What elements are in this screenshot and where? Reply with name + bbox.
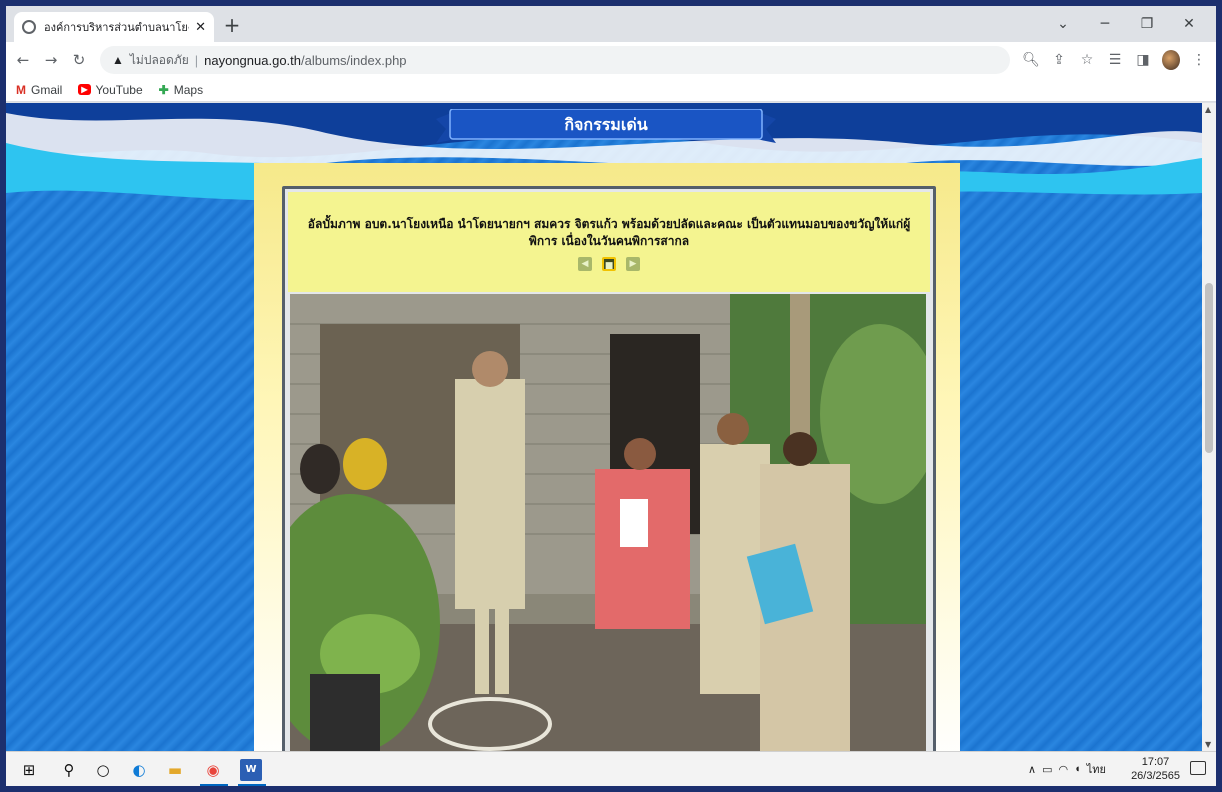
cortana-icon[interactable]: ○ — [92, 759, 114, 781]
reading-list-icon[interactable]: ☰ — [1106, 52, 1124, 68]
tab-search-icon[interactable]: ⌄ — [1042, 10, 1084, 38]
system-tray: ∧ ▭ ◠ ◖ ไทย — [1028, 760, 1106, 778]
browser-toolbar: ← → ↻ ▲ ไม่ปลอดภัย | nayongnua.go.th /al… — [6, 42, 1216, 78]
clock-time: 17:07 — [1141, 756, 1170, 768]
section-title: กิจกรรมเด่น — [564, 115, 648, 134]
restore-icon[interactable]: ❐ — [1126, 10, 1168, 38]
address-bar[interactable]: ▲ ไม่ปลอดภัย | nayongnua.go.th /albums/i… — [100, 46, 1010, 74]
minimize-icon[interactable]: ─ — [1084, 10, 1126, 38]
url-separator: | — [194, 52, 199, 68]
page-scrollbar[interactable]: ▲ ▼ — [1202, 103, 1216, 751]
browser-window: องค์การบริหารส่วนตำบลนาโยงเหนือ ห ✕ + ⌄ … — [6, 6, 1216, 786]
previous-album-button[interactable]: ◀ — [578, 257, 592, 271]
close-tab-icon[interactable]: ✕ — [195, 20, 206, 35]
warning-icon[interactable]: ▲ — [112, 53, 124, 67]
edge-icon[interactable]: ◐ — [128, 759, 150, 781]
search-icon[interactable]: ⚲ — [58, 759, 80, 781]
gmail-icon: M — [16, 82, 26, 97]
profile-avatar[interactable] — [1162, 50, 1180, 70]
page-viewport: กิจกรรมเด่น อัลบั้มภาพ อบต.นาโยงเหนือ นำ… — [6, 103, 1202, 751]
url-host[interactable]: nayongnua.go.th — [204, 53, 301, 68]
wifi-icon[interactable]: ◠ — [1059, 763, 1069, 776]
album-panel: อัลบั้มภาพ อบต.นาโยงเหนือ นำโดยนายกฯ สมค… — [282, 186, 936, 751]
new-tab-button[interactable]: + — [220, 14, 244, 38]
scroll-up-icon[interactable]: ▲ — [1205, 105, 1211, 114]
clock-date: 26/3/2565 — [1131, 770, 1180, 782]
taskbar: ⊞ ⚲ ○ ◐ ▬ ◉ W ∧ ▭ ◠ ◖ ไทย 17:07 26/3/256… — [6, 751, 1216, 786]
youtube-icon: ▶ — [78, 84, 91, 95]
reload-icon[interactable]: ↻ — [68, 51, 90, 69]
album-caption-box: อัลบั้มภาพ อบต.นาโยงเหนือ นำโดยนายกฯ สมค… — [288, 192, 930, 292]
bookmark-label: YouTube — [95, 82, 143, 97]
back-icon[interactable]: ← — [12, 51, 34, 69]
bookmark-star-icon[interactable]: ☆ — [1078, 52, 1096, 68]
album-caption: อัลบั้มภาพ อบต.นาโยงเหนือ นำโดยนายกฯ สมค… — [307, 217, 911, 248]
volume-icon[interactable]: ◖ — [1074, 763, 1081, 775]
scroll-thumb[interactable] — [1205, 283, 1213, 453]
current-album-indicator[interactable]: ■ — [602, 257, 616, 271]
file-explorer-icon[interactable]: ▬ — [164, 759, 186, 781]
clock[interactable]: 17:07 26/3/2565 — [1131, 755, 1180, 783]
chrome-active-indicator — [200, 784, 228, 786]
bookmark-label: Maps — [173, 82, 204, 97]
word-active-indicator — [238, 784, 266, 786]
forward-icon[interactable]: → — [40, 51, 62, 69]
scroll-down-icon[interactable]: ▼ — [1205, 740, 1211, 749]
close-window-icon[interactable]: ✕ — [1168, 10, 1210, 38]
album-photo[interactable] — [290, 294, 926, 751]
menu-icon[interactable]: ⋮ — [1190, 52, 1208, 68]
bookmark-maps[interactable]: ✚ Maps — [159, 83, 203, 97]
bookmark-youtube[interactable]: ▶ YouTube — [78, 82, 143, 97]
tray-overflow-icon[interactable]: ∧ — [1028, 763, 1036, 776]
language-indicator[interactable]: ไทย — [1087, 760, 1106, 778]
maps-icon: ✚ — [158, 82, 169, 97]
share-icon[interactable]: ⇪ — [1050, 52, 1068, 68]
toolbar-actions: 🔍︎ ⇪ ☆ ☰ ◨ ⋮ — [1022, 50, 1208, 70]
not-secure-label[interactable]: ไม่ปลอดภัย — [130, 51, 189, 70]
battery-icon[interactable]: ▭ — [1042, 763, 1052, 776]
windows-start-icon[interactable]: ⊞ — [18, 759, 40, 781]
chrome-icon[interactable]: ◉ — [202, 759, 224, 781]
tab-strip: องค์การบริหารส่วนตำบลนาโยงเหนือ ห ✕ + ⌄ … — [6, 6, 1216, 42]
notification-icon[interactable] — [1190, 761, 1206, 775]
zoom-icon[interactable]: 🔍︎ — [1022, 52, 1040, 68]
tab-title: องค์การบริหารส่วนตำบลนาโยงเหนือ ห — [44, 22, 189, 34]
album-pager: ◀ ■ ▶ — [578, 257, 640, 271]
side-panel-icon[interactable]: ◨ — [1134, 52, 1152, 68]
bookmarks-bar: M Gmail ▶ YouTube ✚ Maps — [6, 78, 1216, 102]
globe-icon — [22, 20, 36, 34]
next-album-button[interactable]: ▶ — [626, 257, 640, 271]
url-path[interactable]: /albums/index.php — [301, 53, 407, 68]
word-icon[interactable]: W — [240, 759, 262, 781]
window-controls: ⌄ ─ ❐ ✕ — [1042, 10, 1210, 38]
bookmark-label: Gmail — [31, 82, 63, 97]
bookmark-gmail[interactable]: M Gmail — [16, 83, 62, 97]
active-tab[interactable]: องค์การบริหารส่วนตำบลนาโยงเหนือ ห ✕ — [14, 12, 214, 42]
album-photo-image — [290, 294, 926, 751]
